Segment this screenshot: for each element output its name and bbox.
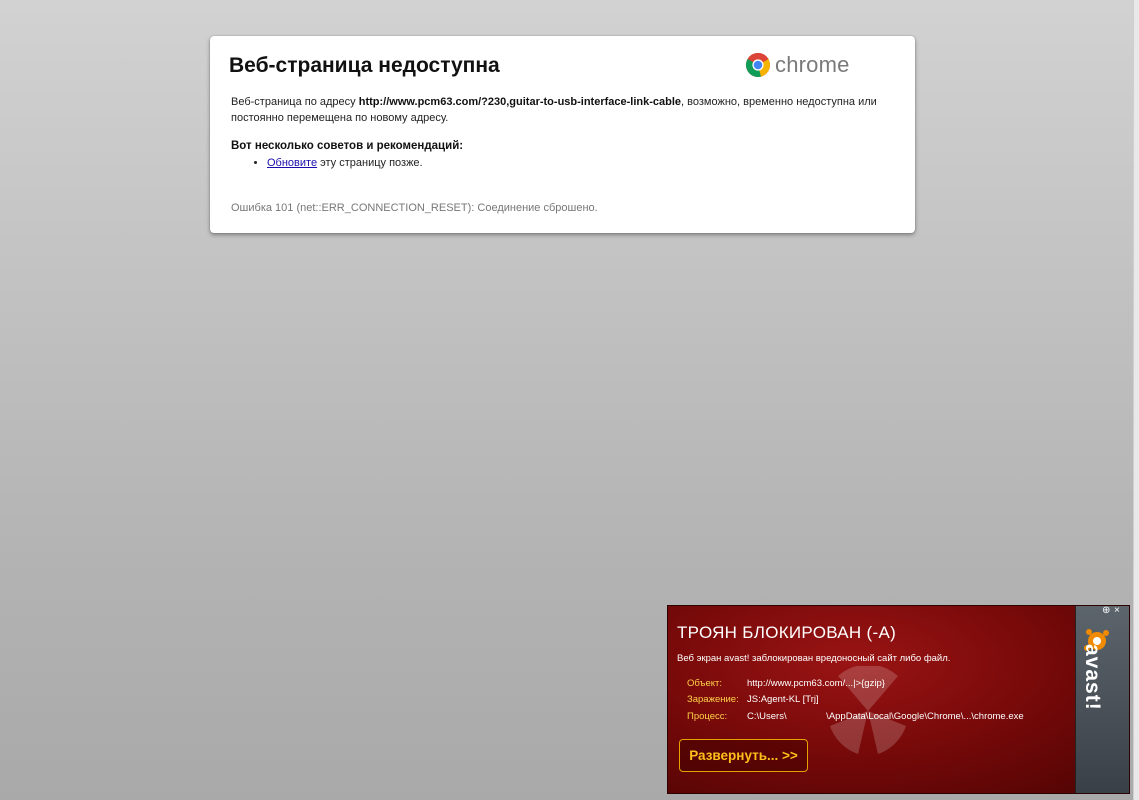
chrome-icon (745, 52, 770, 77)
infection-value: JS:Agent-KL [Trj] (747, 694, 819, 705)
close-icon[interactable]: × (1114, 606, 1120, 616)
process-row: Процесс: C:\Users\ \AppData\Local\Google\… (687, 711, 1024, 722)
object-value: http://www.pcm63.com/...|>{gzip} (747, 678, 885, 689)
tips-list: Обновите эту страницу позже. (231, 157, 423, 169)
error-description: Веб-страница по адресу http://www.pcm63.… (231, 94, 901, 126)
process-label: Процесс: (687, 711, 728, 722)
chrome-logo: chrome (745, 50, 850, 80)
page-title: Веб-страница недоступна (229, 54, 500, 77)
avast-sidebar: ⊕ × avast! (1075, 606, 1129, 793)
tips-heading: Вот несколько советов и рекомендаций: (231, 140, 464, 152)
alert-title: ТРОЯН БЛОКИРОВАН (-А) (677, 623, 897, 642)
process-value: C:\Users\ \AppData\Local\Google\Chrome\.… (747, 711, 1024, 722)
window-right-edge (1133, 0, 1139, 800)
object-row: Объект: http://www.pcm63.com/...|>{gzip} (687, 678, 885, 689)
error-card: Веб-страница недоступна chrome Веб-стран… (210, 36, 915, 233)
description-prefix: Веб-страница по адресу (231, 96, 359, 108)
reload-link[interactable]: Обновите (267, 157, 317, 169)
tip-text: эту страницу позже. (317, 157, 423, 169)
list-item: Обновите эту страницу позже. (267, 157, 423, 169)
error-code: Ошибка 101 (net::ERR_CONNECTION_RESET): … (231, 202, 598, 214)
expand-button[interactable]: Развернуть... >> (679, 739, 808, 772)
alert-message: Веб экран avast! заблокирован вредоносны… (677, 653, 951, 664)
failed-url: http://www.pcm63.com/?230,guitar-to-usb-… (358, 96, 682, 108)
pin-icon[interactable]: ⊕ (1102, 606, 1110, 616)
object-label: Объект: (687, 678, 722, 689)
infection-label: Заражение: (687, 694, 739, 705)
infection-row: Заражение: JS:Agent-KL [Trj] (687, 694, 819, 705)
chrome-wordmark: chrome (775, 52, 850, 77)
avast-alert-popup: ТРОЯН БЛОКИРОВАН (-А) Веб экран avast! з… (667, 605, 1130, 794)
avast-wordmark: avast! (1081, 644, 1104, 711)
